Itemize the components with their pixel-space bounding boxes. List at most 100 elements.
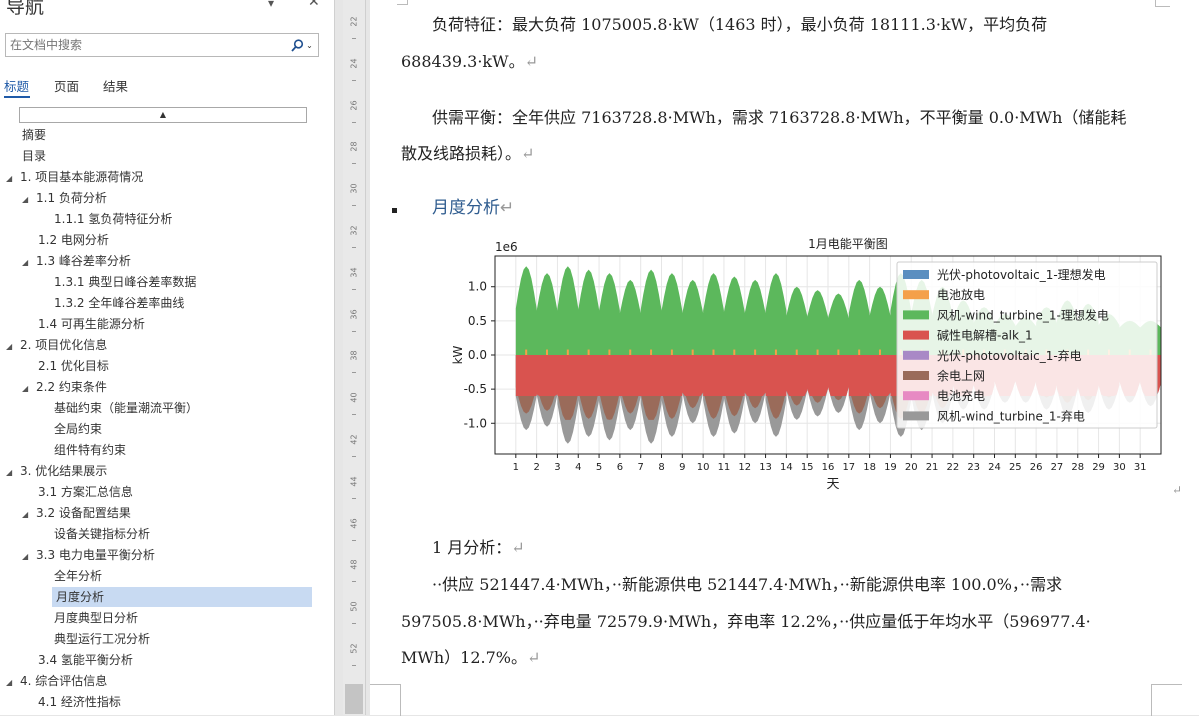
- x-tick-label: 2: [533, 462, 539, 473]
- outline-item[interactable]: 组件特有约束: [54, 440, 126, 460]
- outline-item[interactable]: 4.1 经济性指标: [38, 692, 121, 712]
- outline-item[interactable]: 1.2 电网分析: [38, 230, 109, 250]
- legend-entry: 余电上网: [937, 368, 985, 383]
- outline-item-label: 3.4 氢能平衡分析: [38, 653, 133, 667]
- outline-item[interactable]: ◢ 3.3 电力电量平衡分析: [22, 545, 155, 565]
- paragraph-supply-demand: 供需平衡：全年供应 7163728.8·MWh，需求 7163728.8·MWh…: [432, 104, 1126, 128]
- outline-item[interactable]: 1.3.2 全年峰谷差率曲线: [54, 293, 184, 313]
- x-tick-label: 20: [905, 462, 918, 473]
- search-box[interactable]: ⌄: [5, 33, 319, 57]
- outline-item[interactable]: 典型运行工况分析: [54, 629, 150, 649]
- heading-bullet: [392, 208, 397, 213]
- close-icon[interactable]: ✕: [308, 0, 320, 10]
- tab-results[interactable]: 结果: [103, 76, 128, 95]
- scrollbar-thumb[interactable]: [345, 684, 363, 714]
- ruler-number: 30: [349, 183, 359, 194]
- legend-entry: 碱性电解槽-alk_1: [937, 329, 1033, 343]
- x-tick-label: 27: [1051, 462, 1064, 473]
- expand-triangle-icon[interactable]: ◢: [22, 547, 36, 567]
- x-tick-label: 5: [596, 462, 602, 473]
- outline-item-label: 4. 综合评估信息: [20, 674, 108, 688]
- page-corner-mark: [370, 684, 401, 716]
- outline-item[interactable]: 1.4 可再生能源分析: [38, 314, 145, 334]
- outline-item[interactable]: 3.1 方案汇总信息: [38, 482, 133, 502]
- chart-title: 1月电能平衡图: [808, 237, 888, 251]
- expand-triangle-icon[interactable]: ◢: [6, 463, 20, 483]
- x-tick-label: 3: [554, 462, 560, 473]
- outline-item[interactable]: 摘要: [22, 125, 46, 145]
- outline-item[interactable]: 1.1.1 氢负荷特征分析: [54, 209, 172, 229]
- paragraph-supply-demand-cont: 散及线路损耗）。↵: [401, 140, 534, 164]
- x-tick-label: 4: [575, 462, 581, 473]
- y-tick-label: -0.5: [464, 382, 487, 396]
- x-tick-label: 24: [988, 462, 1001, 473]
- area-battery-discharge: [816, 349, 819, 355]
- paragraph-january-analysis: ··供应 521447.4·MWh，··新能源供电 521447.4·MWh，·…: [432, 571, 1062, 595]
- x-tick-label: 25: [1009, 462, 1022, 473]
- collapse-all-button[interactable]: ▲: [19, 107, 307, 123]
- outline-item[interactable]: ◢ 1.3 峰谷差率分析: [22, 251, 131, 271]
- expand-triangle-icon[interactable]: ◢: [6, 337, 20, 357]
- y-tick-label: 1.0: [468, 280, 487, 294]
- y-tick-label: -1.0: [464, 416, 487, 430]
- outline-item[interactable]: 全年分析: [54, 566, 102, 586]
- expand-triangle-icon[interactable]: ◢: [22, 505, 36, 525]
- ruler-number: 36: [349, 309, 359, 320]
- x-tick-label: 13: [759, 462, 772, 473]
- outline-item[interactable]: 基础约束（能量潮流平衡）: [54, 398, 198, 418]
- ruler-number: 24: [349, 58, 359, 69]
- outline-item-label: 1.3.1 典型日峰谷差率数据: [54, 275, 197, 289]
- outline-item[interactable]: 月度分析: [52, 587, 312, 607]
- outline-item[interactable]: ◢ 1.1 负荷分析: [22, 188, 107, 208]
- search-button[interactable]: ⌄: [288, 35, 316, 55]
- x-tick-label: 8: [658, 462, 664, 473]
- x-tick-label: 15: [801, 462, 814, 473]
- ruler-number: 34: [349, 267, 359, 278]
- outline-item[interactable]: ◢ 2.2 约束条件: [22, 377, 107, 397]
- text-line: 1 月分析：: [432, 538, 512, 557]
- outline-item[interactable]: 2.1 优化目标: [38, 356, 109, 376]
- outline-item-label: 基础约束（能量潮流平衡）: [54, 401, 199, 415]
- paragraph-load-characteristics: 负荷特征：最大负荷 1075005.8·kW（1463 时），最小负荷 1811…: [432, 11, 1047, 35]
- outline-item[interactable]: ◢ 4. 综合评估信息: [6, 671, 107, 691]
- x-tick-label: 19: [884, 462, 897, 473]
- x-tick-label: 29: [1092, 462, 1105, 473]
- outline-item[interactable]: ◢ 3.2 设备配置结果: [22, 503, 131, 523]
- ruler-tick: [352, 247, 356, 248]
- expand-triangle-icon[interactable]: ◢: [6, 169, 20, 189]
- outline-item[interactable]: ◢ 3. 优化结果展示: [6, 461, 107, 481]
- y-tick-label: 0.5: [468, 314, 487, 328]
- paragraph-mark: ↵: [526, 648, 541, 667]
- text-line: 688439.3·kW。: [401, 52, 525, 71]
- outline-item[interactable]: 全局约束: [54, 419, 102, 439]
- outline-item-label: 3.1 方案汇总信息: [38, 485, 133, 499]
- expand-triangle-icon[interactable]: ◢: [22, 379, 36, 399]
- tab-headings[interactable]: 标题: [4, 76, 29, 95]
- expand-triangle-icon[interactable]: ◢: [22, 253, 36, 273]
- outline-item-label: 2. 项目优化信息: [20, 338, 108, 352]
- text-line: 供需平衡：全年供应 7163728.8·MWh，需求 7163728.8·MWh…: [432, 108, 1127, 127]
- x-tick-label: 26: [1030, 462, 1043, 473]
- outline-item[interactable]: 月度典型日分析: [54, 608, 138, 628]
- outline-item[interactable]: 目录: [22, 146, 46, 166]
- ruler-number: 22: [349, 16, 359, 27]
- ruler-tick: [352, 665, 356, 666]
- outline-item[interactable]: 3.4 氢能平衡分析: [38, 650, 133, 670]
- outline-item[interactable]: ◢ 1. 项目基本能源荷情况: [6, 167, 143, 187]
- chevron-down-icon[interactable]: ▾: [268, 0, 274, 10]
- search-input[interactable]: [8, 36, 282, 54]
- ruler-number: 52: [349, 643, 359, 654]
- area-battery-discharge: [878, 349, 881, 355]
- outline-item-label: 全局约束: [54, 422, 103, 436]
- page-corner-mark: [1155, 0, 1170, 7]
- ruler-tick: [352, 497, 356, 499]
- text-line: 散及线路损耗）。: [401, 144, 522, 163]
- expand-triangle-icon[interactable]: ◢: [6, 673, 20, 693]
- outline-item[interactable]: 设备关键指标分析: [54, 524, 150, 544]
- tab-pages[interactable]: 页面: [54, 76, 79, 95]
- area-battery-discharge: [525, 349, 528, 355]
- outline-item[interactable]: 1.3.1 典型日峰谷差率数据: [54, 272, 196, 292]
- outline-item[interactable]: ◢ 2. 项目优化信息: [6, 335, 107, 355]
- expand-triangle-icon[interactable]: ◢: [22, 190, 36, 210]
- outline-item-label: 4.1 经济性指标: [38, 695, 121, 709]
